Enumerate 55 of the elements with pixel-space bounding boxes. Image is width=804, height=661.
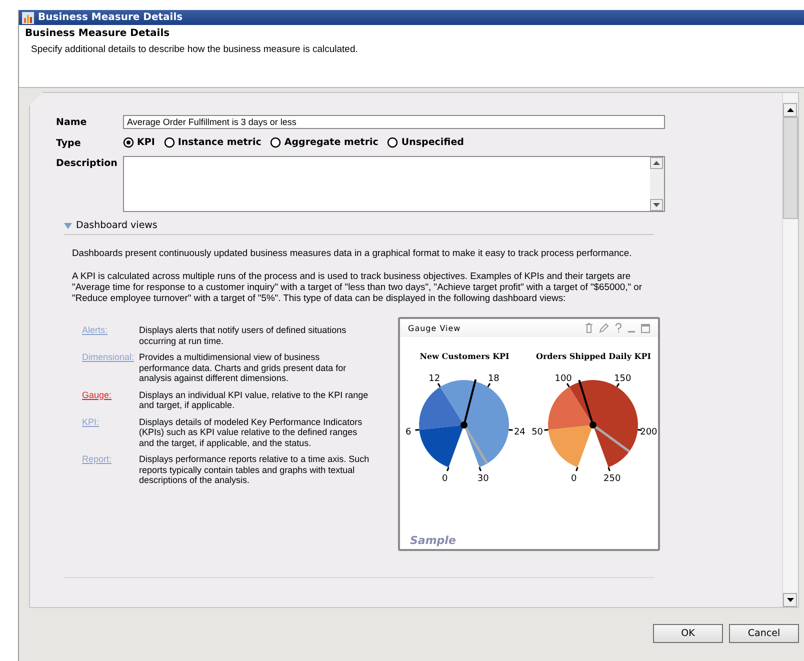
maximize-icon[interactable] bbox=[641, 324, 650, 332]
trash-icon[interactable] bbox=[585, 323, 593, 333]
scroll-up-icon[interactable] bbox=[783, 103, 797, 117]
gauge-tick-label: 100 bbox=[554, 374, 572, 384]
name-field[interactable]: Average Order Fulfillment is 3 days or less bbox=[123, 115, 665, 129]
radio-icon[interactable] bbox=[164, 137, 175, 148]
app-icon bbox=[22, 12, 34, 24]
intro-text: Dashboards present continuously updated business measures data in a graphical format to make it easy to track process performance. bbox=[72, 247, 633, 258]
view-description: Displays alerts that notify users of defined situations occurring at run time. bbox=[139, 325, 348, 346]
view-description: Provides a multidimensional view of business performance data. Charts and grids present data for analysis against different dimensions. bbox=[139, 352, 348, 384]
dialog-button[interactable]: Cancel bbox=[729, 624, 799, 643]
view-description: Displays details of modeled Key Performance Indicators (KPIs) such as KPI value relative to the defined ranges and the target, if applicable, and the status. bbox=[139, 416, 364, 448]
section-toggle[interactable]: Dashboard views bbox=[64, 220, 158, 231]
field-label: Description bbox=[56, 157, 118, 169]
radio-icon[interactable] bbox=[270, 137, 282, 148]
gauge-tick-label: 30 bbox=[477, 474, 489, 484]
view-description: Displays performance reports relative to a time axis. Such reports typically contain tables and graphs with textual descriptions of the analysis. bbox=[139, 454, 370, 486]
gauge-tick-label: 200 bbox=[640, 427, 658, 438]
scroll-down-icon[interactable] bbox=[783, 593, 797, 607]
gauge-tick-label: 18 bbox=[488, 374, 500, 384]
sample-caption: Sample bbox=[409, 534, 457, 549]
radio-option[interactable]: Instance metric bbox=[164, 137, 262, 148]
pencil-icon[interactable] bbox=[599, 323, 609, 333]
radio-icon[interactable] bbox=[387, 137, 398, 148]
scroll-down-icon[interactable] bbox=[650, 199, 663, 211]
dialog-button[interactable]: OK bbox=[653, 624, 723, 643]
gauge-title: New Customers KPI bbox=[420, 351, 510, 361]
window-title: Business Measure Details bbox=[38, 12, 183, 23]
page-subtitle: Specify additional details to describe how the business measure is calculated. bbox=[30, 44, 359, 55]
gauge-tick-label: 24 bbox=[514, 427, 526, 438]
gauge-tick-label: 0 bbox=[570, 474, 577, 484]
field-label: Type bbox=[56, 137, 82, 149]
view-link[interactable]: Gauge: bbox=[82, 390, 139, 410]
gauge-tick-label: 12 bbox=[428, 374, 440, 384]
card-title: Gauge View bbox=[408, 324, 461, 332]
scroll-up-icon[interactable] bbox=[650, 157, 663, 169]
gauge-title: Orders Shipped Daily KPI bbox=[536, 351, 651, 361]
radio-option[interactable]: Unspecified bbox=[387, 137, 464, 148]
gauge-tick-label: 250 bbox=[604, 474, 621, 484]
scrollbar-thumb[interactable] bbox=[783, 117, 798, 219]
radio-icon[interactable] bbox=[123, 137, 134, 148]
view-description: Displays an individual KPI value, relative to the KPI range and target, if applicable. bbox=[139, 390, 370, 410]
radio-option[interactable]: KPI bbox=[123, 137, 155, 148]
description-field[interactable] bbox=[123, 156, 665, 212]
kpi-text: A KPI is calculated across multiple runs of the process and is used to track business objectives. Examples of KPIs and their targets are "Average time for response to a customer inquiry" with a target of "less than two days", "Achieve target profit" with a target of "$65000," or "Reduce employee turnover" with a target of "5%". This type of data can be displayed in the following dashboard views: bbox=[72, 270, 643, 303]
gauge-tick-label: 50 bbox=[532, 427, 544, 438]
gauge-tick-label: 150 bbox=[614, 374, 632, 384]
field-label: Name bbox=[56, 116, 88, 128]
page-title: Business Measure Details bbox=[25, 28, 171, 39]
gauge-tick-label: 6 bbox=[405, 427, 412, 438]
radio-option[interactable]: Aggregate metric bbox=[270, 137, 378, 148]
scrollbar[interactable] bbox=[782, 93, 798, 607]
scrollbar[interactable] bbox=[650, 157, 664, 211]
gauge-tick-label: 0 bbox=[442, 474, 448, 484]
help-icon[interactable] bbox=[615, 323, 622, 333]
